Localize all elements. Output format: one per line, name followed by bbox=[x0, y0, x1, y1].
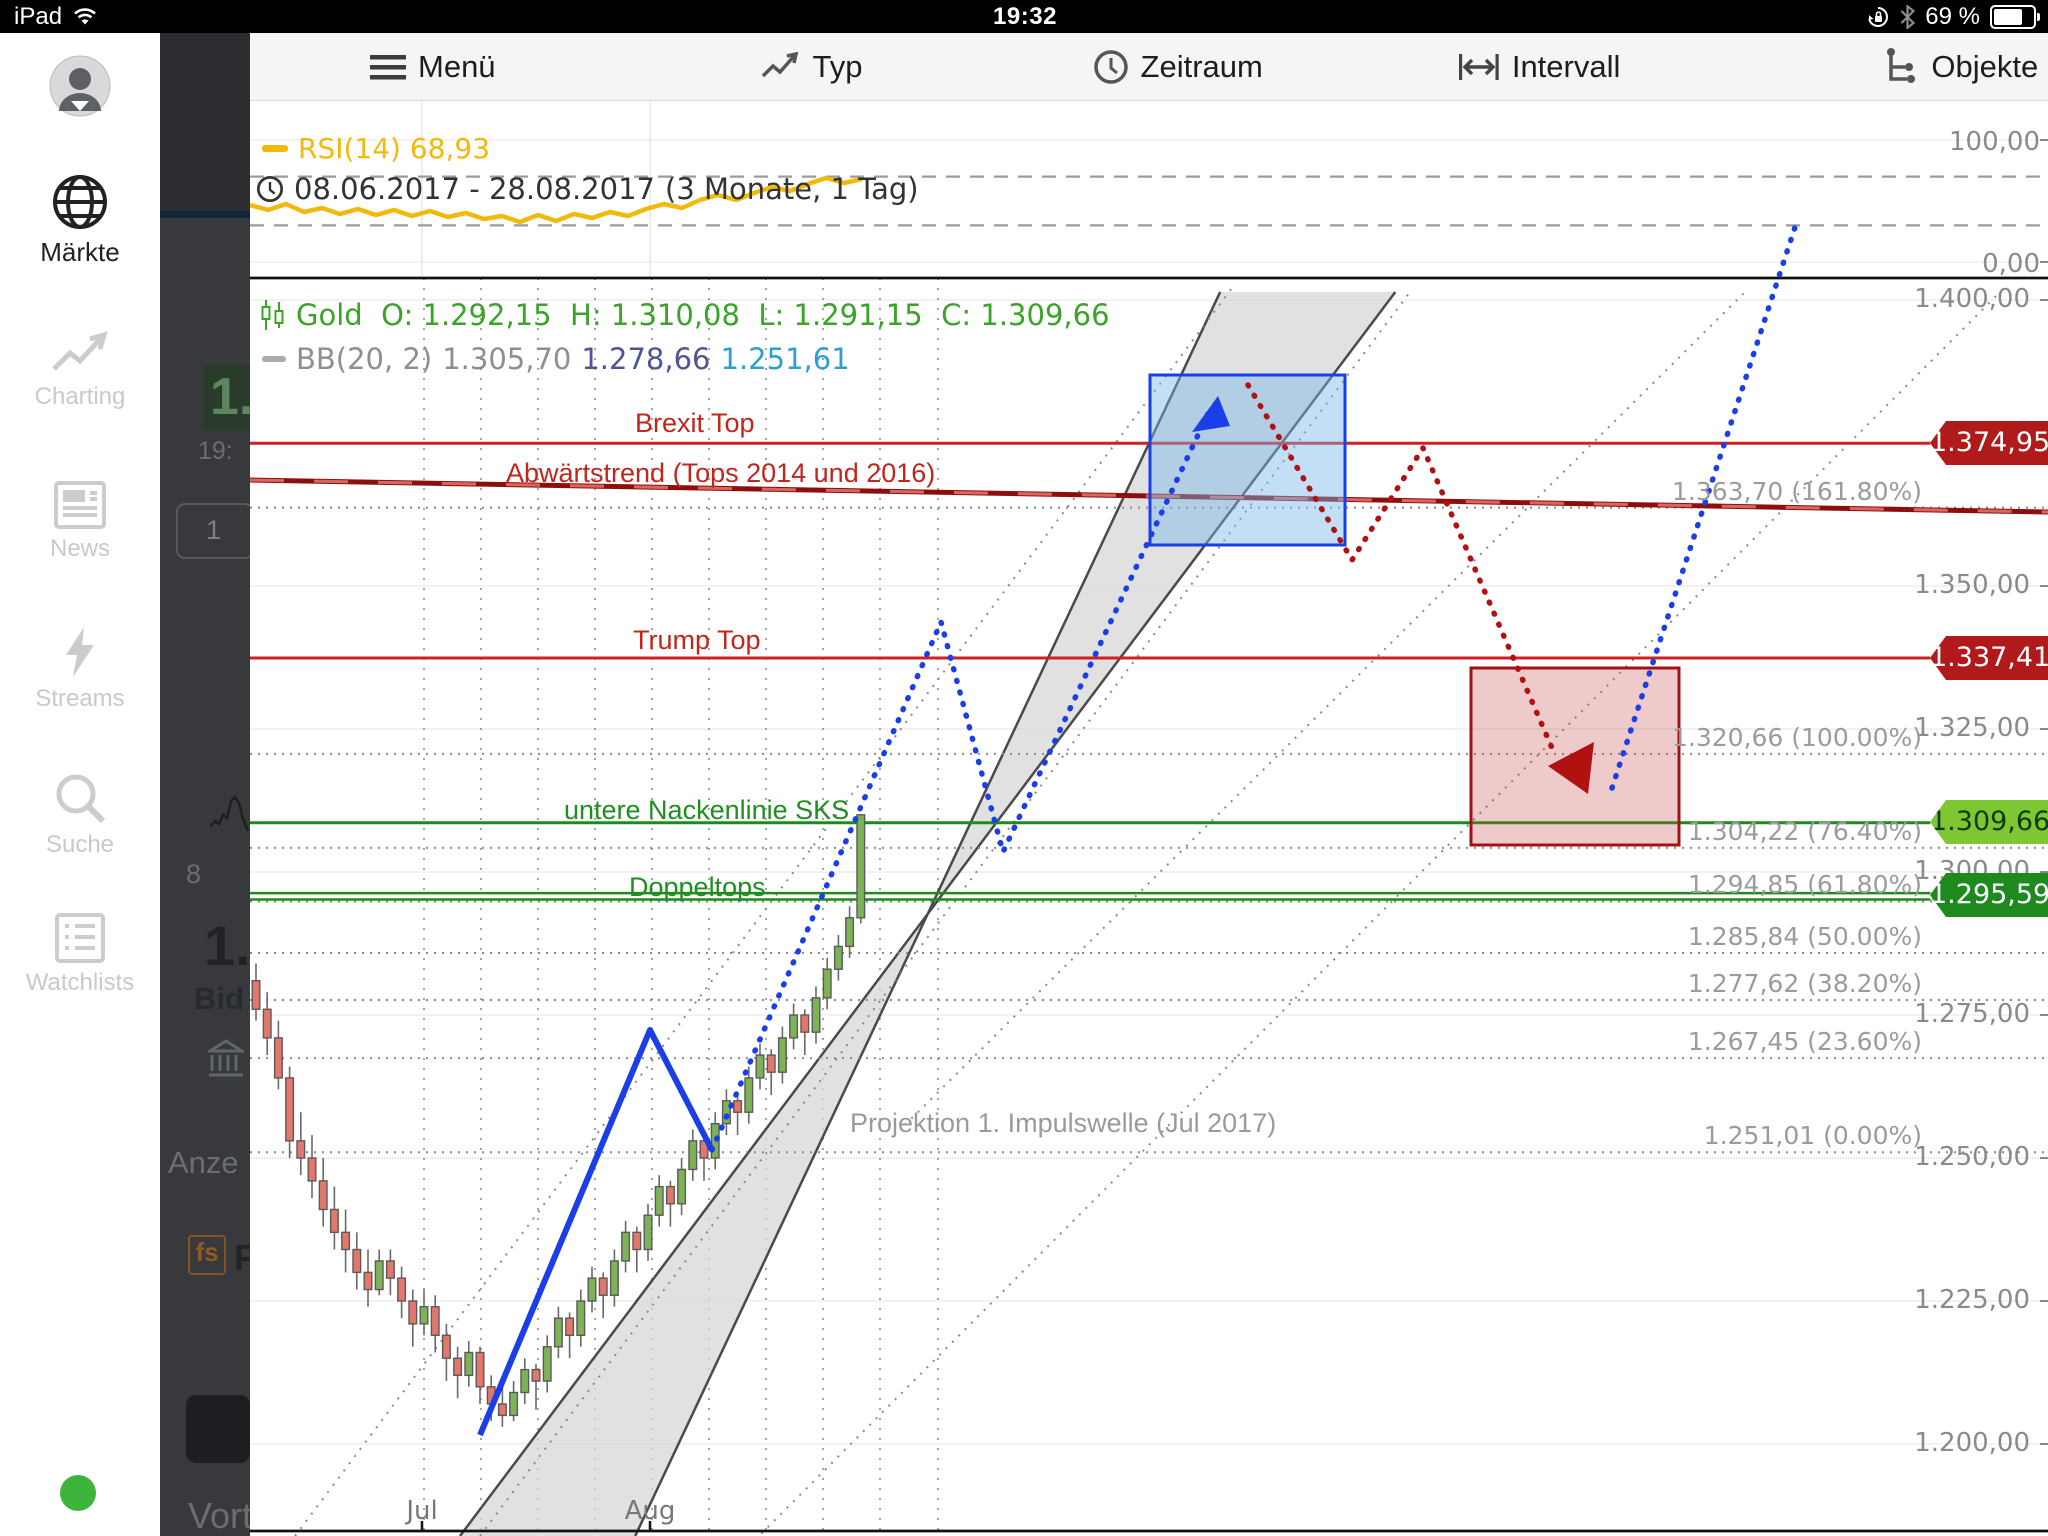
wifi-icon bbox=[72, 7, 98, 27]
fib-level-label: 1.267,45 (23.60%) bbox=[1502, 1027, 1922, 1056]
rsi-min-label: 0,00 bbox=[1900, 249, 2040, 279]
bb-lower: 1.251,61 bbox=[721, 342, 850, 376]
sidebar-item-label: Streams bbox=[0, 685, 160, 713]
annotation-downtrend[interactable]: Abwärtstrend (Tops 2014 und 2016) bbox=[506, 458, 935, 489]
rsi-legend[interactable]: RSI(14) 68,93 bbox=[262, 132, 490, 165]
rsi-max-label: 100,00 bbox=[1900, 127, 2040, 157]
chart-panel[interactable] bbox=[250, 33, 2048, 1536]
annotation-trump-top[interactable]: Trump Top bbox=[633, 625, 761, 656]
modal-dim-overlay bbox=[160, 33, 250, 1536]
sidebar-item-charting[interactable]: Charting bbox=[0, 331, 160, 411]
battery-percent: 69 % bbox=[1925, 3, 1980, 31]
annotation-brexit-top[interactable]: Brexit Top bbox=[635, 408, 755, 439]
y-axis-label: 1.275,00 bbox=[1890, 999, 2030, 1029]
date-range[interactable]: 08.06.2017 - 28.08.2017 (3 Monate, 1 Tag… bbox=[256, 172, 919, 206]
x-axis-label-jul: Jul bbox=[352, 1496, 492, 1526]
news-icon bbox=[54, 481, 106, 529]
price-tag: 1.337,41 bbox=[1930, 636, 2048, 680]
lightning-icon bbox=[60, 625, 100, 679]
hamburger-icon bbox=[370, 53, 406, 81]
watchlist-icon bbox=[55, 913, 105, 963]
symbol-ohlc: Gold O: 1.292,15 H: 1.310,08 L: 1.291,15… bbox=[296, 298, 1110, 332]
sidebar-item-label: Charting bbox=[0, 383, 160, 411]
type-button[interactable]: Typ bbox=[761, 49, 863, 85]
interval-label: Intervall bbox=[1512, 49, 1621, 85]
y-axis-label: 1.225,00 bbox=[1890, 1285, 2030, 1315]
price-tag: 1.309,66 bbox=[1930, 800, 2048, 844]
app-sidebar: Märkte Charting News Streams bbox=[0, 33, 160, 1536]
presence-indicator bbox=[60, 1475, 96, 1511]
battery-icon bbox=[1990, 5, 2036, 29]
fib-level-label: 1.320,66 (100.00%) bbox=[1502, 723, 1922, 752]
bluetooth-icon bbox=[1900, 5, 1915, 29]
sidebar-item-label: Watchlists bbox=[0, 969, 160, 997]
bb-legend[interactable]: BB(20, 2) 1.305,70 1.278,66 1.251,61 bbox=[262, 342, 850, 376]
fib-level-label: 1.285,84 (50.00%) bbox=[1502, 922, 1922, 951]
sidebar-item-label: Suche bbox=[0, 831, 160, 859]
app-screen: iPad 19:32 69 % bbox=[0, 0, 2048, 1536]
interval-button[interactable]: Intervall bbox=[1458, 49, 1621, 85]
sidebar-item-news[interactable]: News bbox=[0, 481, 160, 563]
chart-toolbar: Menü Typ Zeitraum Intervall bbox=[250, 33, 2048, 101]
bb-swatch bbox=[262, 356, 286, 362]
globe-icon bbox=[51, 173, 109, 231]
objects-label: Objekte bbox=[1931, 49, 2038, 85]
fib-level-label: 1.251,01 (0.00%) bbox=[1502, 1121, 1922, 1150]
rsi-swatch bbox=[262, 145, 288, 152]
dimmed-background-panel[interactable]: 1. 19: 1 8 1. Bid Anze fs F Vort bbox=[160, 33, 250, 1536]
annotation-doubletops[interactable]: Doppeltops bbox=[629, 872, 766, 903]
y-axis-label: 1.400,00 bbox=[1890, 284, 2030, 314]
y-axis-label: 1.200,00 bbox=[1890, 1428, 2030, 1458]
avatar[interactable] bbox=[0, 55, 160, 117]
bb-upper: 1.305,70 bbox=[442, 342, 571, 376]
x-axis-label-aug: Aug bbox=[580, 1496, 720, 1526]
annotation-projection[interactable]: Projektion 1. Impulswelle (Jul 2017) bbox=[850, 1108, 1276, 1139]
fib-level-label: 1.277,62 (38.20%) bbox=[1502, 969, 1922, 998]
menu-label: Menü bbox=[418, 49, 496, 85]
ios-status-bar: iPad 19:32 69 % bbox=[0, 0, 2048, 33]
device-label: iPad bbox=[14, 3, 62, 31]
date-range-detail: (3 Monate, 1 Tag) bbox=[665, 172, 919, 206]
bb-label: BB(20, 2) bbox=[296, 342, 432, 376]
clock-time: 19:32 bbox=[993, 3, 1057, 31]
price-tag: 1.295,59 bbox=[1930, 873, 2048, 917]
search-icon bbox=[53, 771, 107, 825]
annotation-neckline[interactable]: untere Nackenlinie SKS bbox=[564, 795, 849, 826]
rotation-lock-icon bbox=[1866, 5, 1890, 29]
candlestick-icon bbox=[260, 299, 286, 331]
menu-button[interactable]: Menü bbox=[370, 49, 496, 85]
sidebar-item-maerkte[interactable]: Märkte bbox=[0, 173, 160, 268]
y-axis-label: 1.350,00 bbox=[1890, 570, 2030, 600]
objects-button[interactable]: Objekte bbox=[1885, 47, 2038, 87]
sidebar-item-label: Märkte bbox=[0, 237, 160, 268]
objects-icon bbox=[1885, 47, 1919, 87]
rsi-legend-label: RSI(14) 68,93 bbox=[298, 132, 490, 165]
interval-icon bbox=[1458, 52, 1500, 82]
type-label: Typ bbox=[813, 49, 863, 85]
price-tag: 1.374,95 bbox=[1930, 421, 2048, 465]
fib-level-label: 1.294,85 (61.80%) bbox=[1502, 870, 1922, 899]
sidebar-item-suche[interactable]: Suche bbox=[0, 771, 160, 859]
period-label: Zeitraum bbox=[1141, 49, 1263, 85]
symbol-legend[interactable]: Gold O: 1.292,15 H: 1.310,08 L: 1.291,15… bbox=[260, 298, 1110, 332]
line-chart-icon bbox=[761, 52, 801, 82]
date-range-label: 08.06.2017 - 28.08.2017 bbox=[294, 172, 655, 206]
sidebar-item-streams[interactable]: Streams bbox=[0, 625, 160, 713]
bb-middle: 1.278,66 bbox=[581, 342, 710, 376]
period-button[interactable]: Zeitraum bbox=[1093, 49, 1263, 85]
clock-icon bbox=[1093, 49, 1129, 85]
fib-level-label: 1.304,22 (76.40%) bbox=[1502, 817, 1922, 846]
fib-level-label: 1.363,70 (161.80%) bbox=[1502, 477, 1922, 506]
chart-line-icon bbox=[50, 331, 110, 377]
sidebar-item-label: News bbox=[0, 535, 160, 563]
clock-icon bbox=[256, 175, 284, 203]
sidebar-item-watchlists[interactable]: Watchlists bbox=[0, 913, 160, 997]
